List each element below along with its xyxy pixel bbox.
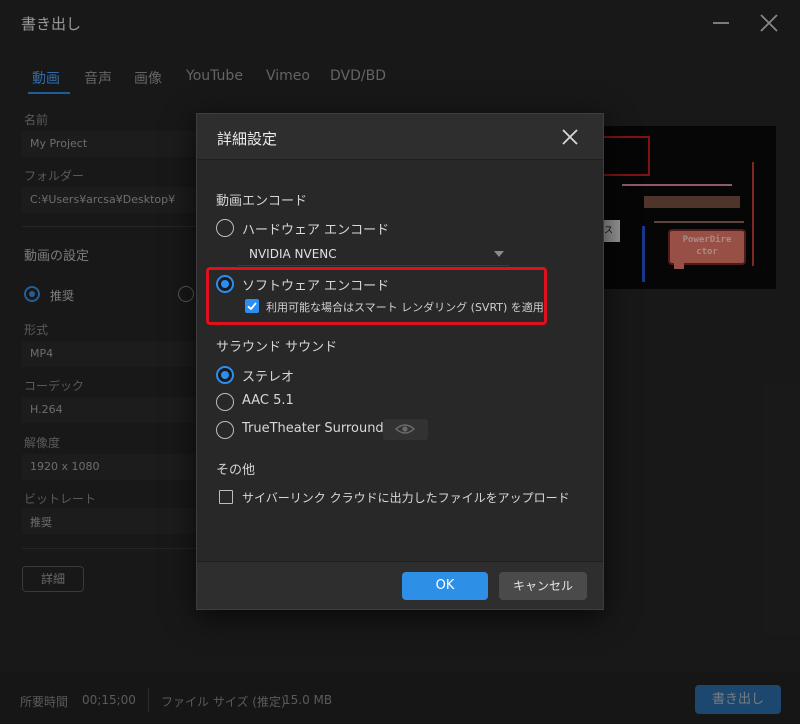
- ok-button[interactable]: OK: [402, 572, 488, 600]
- cloud-upload-label: サイバーリンク クラウドに出力したファイルをアップロード: [242, 491, 570, 505]
- hardware-encode-radio[interactable]: [216, 219, 234, 237]
- other-title: その他: [216, 463, 256, 478]
- aac-radio[interactable]: [216, 393, 234, 411]
- advanced-settings-dialog: 詳細設定 動画エンコード ハードウェア エンコード NVIDIA NVENC ソ…: [196, 113, 604, 610]
- aac-label: AAC 5.1: [242, 393, 294, 408]
- eye-icon: [395, 424, 415, 434]
- stereo-radio[interactable]: [216, 366, 234, 384]
- hardware-encode-label: ハードウェア エンコード: [242, 223, 390, 238]
- dialog-title: 詳細設定: [217, 130, 278, 148]
- software-encode-highlight: [206, 267, 547, 325]
- dialog-header: 詳細設定: [197, 114, 603, 160]
- cancel-button[interactable]: キャンセル: [499, 572, 587, 600]
- truetheater-preview-button[interactable]: [383, 419, 428, 440]
- surround-title: サラウンド サウンド: [216, 340, 338, 355]
- truetheater-radio[interactable]: [216, 421, 234, 439]
- video-encode-title: 動画エンコード: [216, 194, 308, 209]
- truetheater-label: TrueTheater Surround: [242, 421, 384, 436]
- cloud-upload-checkbox[interactable]: [219, 490, 233, 504]
- close-icon[interactable]: [559, 126, 581, 148]
- chevron-down-icon[interactable]: [494, 251, 504, 257]
- hardware-device-select[interactable]: NVIDIA NVENC: [237, 242, 509, 266]
- stereo-label: ステレオ: [242, 370, 295, 385]
